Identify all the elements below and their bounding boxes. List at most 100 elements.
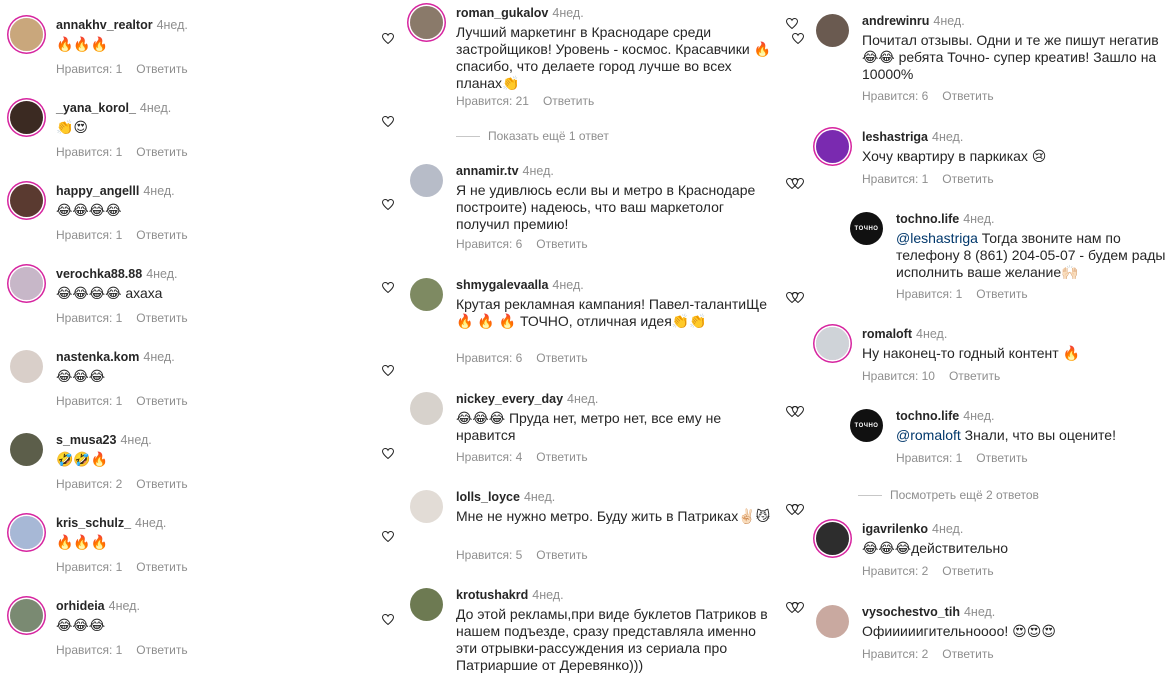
like-heart-icon[interactable] bbox=[382, 33, 394, 44]
username[interactable]: annakhv_realtor 4нед. bbox=[56, 18, 188, 32]
likes-count[interactable]: Нравится: 5 bbox=[456, 548, 522, 562]
username[interactable]: andrewinru 4нед. bbox=[862, 14, 965, 28]
likes-count[interactable]: Нравится: 1 bbox=[862, 172, 928, 186]
like-heart-icon[interactable] bbox=[382, 365, 394, 376]
avatar[interactable] bbox=[410, 6, 443, 39]
avatar[interactable] bbox=[10, 184, 43, 217]
avatar[interactable] bbox=[10, 18, 43, 51]
reply-button[interactable]: Ответить bbox=[942, 172, 993, 186]
username[interactable]: s_musa23 4нед. bbox=[56, 433, 152, 447]
reply-button[interactable]: Ответить bbox=[536, 351, 587, 365]
reply-button[interactable]: Ответить bbox=[136, 145, 187, 159]
likes-count[interactable]: Нравится: 6 bbox=[862, 89, 928, 103]
reply-button[interactable]: Ответить bbox=[942, 89, 993, 103]
avatar[interactable] bbox=[816, 14, 849, 47]
username[interactable]: lolls_loyce 4нед. bbox=[456, 490, 555, 504]
username[interactable]: shmygalevaalla 4нед. bbox=[456, 278, 584, 292]
show-more-replies[interactable]: Показать ещё 1 ответ bbox=[456, 129, 609, 143]
avatar[interactable] bbox=[410, 164, 443, 197]
username[interactable]: nickey_every_day 4нед. bbox=[456, 392, 598, 406]
likes-count[interactable]: Нравится: 6 bbox=[456, 351, 522, 365]
avatar[interactable] bbox=[10, 267, 43, 300]
like-heart-icon[interactable] bbox=[786, 504, 798, 515]
username[interactable]: krotushakrd 4нед. bbox=[456, 588, 564, 602]
likes-count[interactable]: Нравится: 1 bbox=[56, 311, 122, 325]
likes-count[interactable]: Нравится: 1 bbox=[56, 62, 122, 76]
avatar[interactable] bbox=[410, 588, 443, 621]
like-heart-icon[interactable] bbox=[786, 406, 798, 417]
likes-count[interactable]: Нравится: 1 bbox=[56, 643, 122, 657]
username[interactable]: nastenka.kom 4нед. bbox=[56, 350, 175, 364]
avatar[interactable] bbox=[816, 522, 849, 555]
mention-link[interactable]: @romaloft bbox=[896, 427, 961, 443]
show-more-replies[interactable]: Посмотреть ещё 2 ответов bbox=[858, 488, 1039, 502]
likes-count[interactable]: Нравится: 1 bbox=[896, 287, 962, 301]
like-heart-icon[interactable] bbox=[382, 448, 394, 459]
likes-count[interactable]: Нравится: 21 bbox=[456, 94, 529, 108]
username[interactable]: happy_angelll 4нед. bbox=[56, 184, 175, 198]
reply-button[interactable]: Ответить bbox=[536, 450, 587, 464]
reply-button[interactable]: Ответить bbox=[136, 62, 187, 76]
reply-button[interactable]: Ответить bbox=[136, 477, 187, 491]
likes-count[interactable]: Нравится: 1 bbox=[896, 451, 962, 465]
reply-button[interactable]: Ответить bbox=[536, 237, 587, 251]
reply-button[interactable]: Ответить bbox=[136, 643, 187, 657]
mention-link[interactable]: @leshastriga bbox=[896, 230, 978, 246]
reply-button[interactable]: Ответить bbox=[976, 287, 1027, 301]
avatar[interactable] bbox=[816, 605, 849, 638]
username[interactable]: romaloft 4нед. bbox=[862, 327, 947, 341]
like-heart-icon[interactable] bbox=[786, 178, 798, 189]
likes-count[interactable]: Нравится: 1 bbox=[56, 394, 122, 408]
username[interactable]: kris_schulz_ 4нед. bbox=[56, 516, 166, 530]
likes-count[interactable]: Нравится: 4 bbox=[456, 450, 522, 464]
reply-button[interactable]: Ответить bbox=[136, 394, 187, 408]
like-heart-icon[interactable] bbox=[382, 614, 394, 625]
likes-count[interactable]: Нравится: 6 bbox=[456, 237, 522, 251]
like-heart-icon[interactable] bbox=[792, 33, 804, 44]
avatar[interactable] bbox=[816, 327, 849, 360]
likes-count[interactable]: Нравится: 10 bbox=[862, 369, 935, 383]
username[interactable]: tochno.life 4нед. bbox=[896, 409, 995, 423]
reply-button[interactable]: Ответить bbox=[136, 560, 187, 574]
likes-count[interactable]: Нравится: 1 bbox=[56, 145, 122, 159]
like-heart-icon[interactable] bbox=[786, 602, 798, 613]
avatar[interactable] bbox=[10, 350, 43, 383]
like-heart-icon[interactable] bbox=[382, 116, 394, 127]
avatar[interactable] bbox=[10, 599, 43, 632]
avatar[interactable] bbox=[410, 490, 443, 523]
username[interactable]: roman_gukalov 4нед. bbox=[456, 6, 584, 20]
like-heart-icon[interactable] bbox=[382, 531, 394, 542]
likes-count[interactable]: Нравится: 1 bbox=[56, 228, 122, 242]
username[interactable]: tochno.life 4нед. bbox=[896, 212, 995, 226]
username[interactable]: verochka88.88 4нед. bbox=[56, 267, 178, 281]
reply-button[interactable]: Ответить bbox=[536, 548, 587, 562]
avatar[interactable] bbox=[410, 392, 443, 425]
username[interactable]: orhideia 4нед. bbox=[56, 599, 140, 613]
likes-count[interactable]: Нравится: 2 bbox=[862, 564, 928, 578]
like-heart-icon[interactable] bbox=[382, 282, 394, 293]
reply-button[interactable]: Ответить bbox=[942, 564, 993, 578]
like-heart-icon[interactable] bbox=[382, 199, 394, 210]
reply-button[interactable]: Ответить bbox=[136, 228, 187, 242]
reply-button[interactable]: Ответить bbox=[976, 451, 1027, 465]
reply-button[interactable]: Ответить bbox=[942, 647, 993, 661]
likes-count[interactable]: Нравится: 2 bbox=[862, 647, 928, 661]
avatar[interactable] bbox=[410, 278, 443, 311]
like-heart-icon[interactable] bbox=[786, 18, 798, 29]
brand-logo-avatar[interactable]: ТОЧНО bbox=[850, 212, 883, 245]
username[interactable]: leshastriga 4нед. bbox=[862, 130, 963, 144]
avatar[interactable] bbox=[10, 433, 43, 466]
avatar[interactable] bbox=[10, 516, 43, 549]
username[interactable]: annamir.tv 4нед. bbox=[456, 164, 554, 178]
like-heart-icon[interactable] bbox=[786, 292, 798, 303]
brand-logo-avatar[interactable]: ТОЧНО bbox=[850, 409, 883, 442]
reply-button[interactable]: Ответить bbox=[949, 369, 1000, 383]
username[interactable]: _yana_korol_ 4нед. bbox=[56, 101, 171, 115]
likes-count[interactable]: Нравится: 2 bbox=[56, 477, 122, 491]
likes-count[interactable]: Нравится: 1 bbox=[56, 560, 122, 574]
avatar[interactable] bbox=[816, 130, 849, 163]
avatar[interactable] bbox=[10, 101, 43, 134]
reply-button[interactable]: Ответить bbox=[543, 94, 594, 108]
username[interactable]: igavrilenko 4нед. bbox=[862, 522, 963, 536]
reply-button[interactable]: Ответить bbox=[136, 311, 187, 325]
